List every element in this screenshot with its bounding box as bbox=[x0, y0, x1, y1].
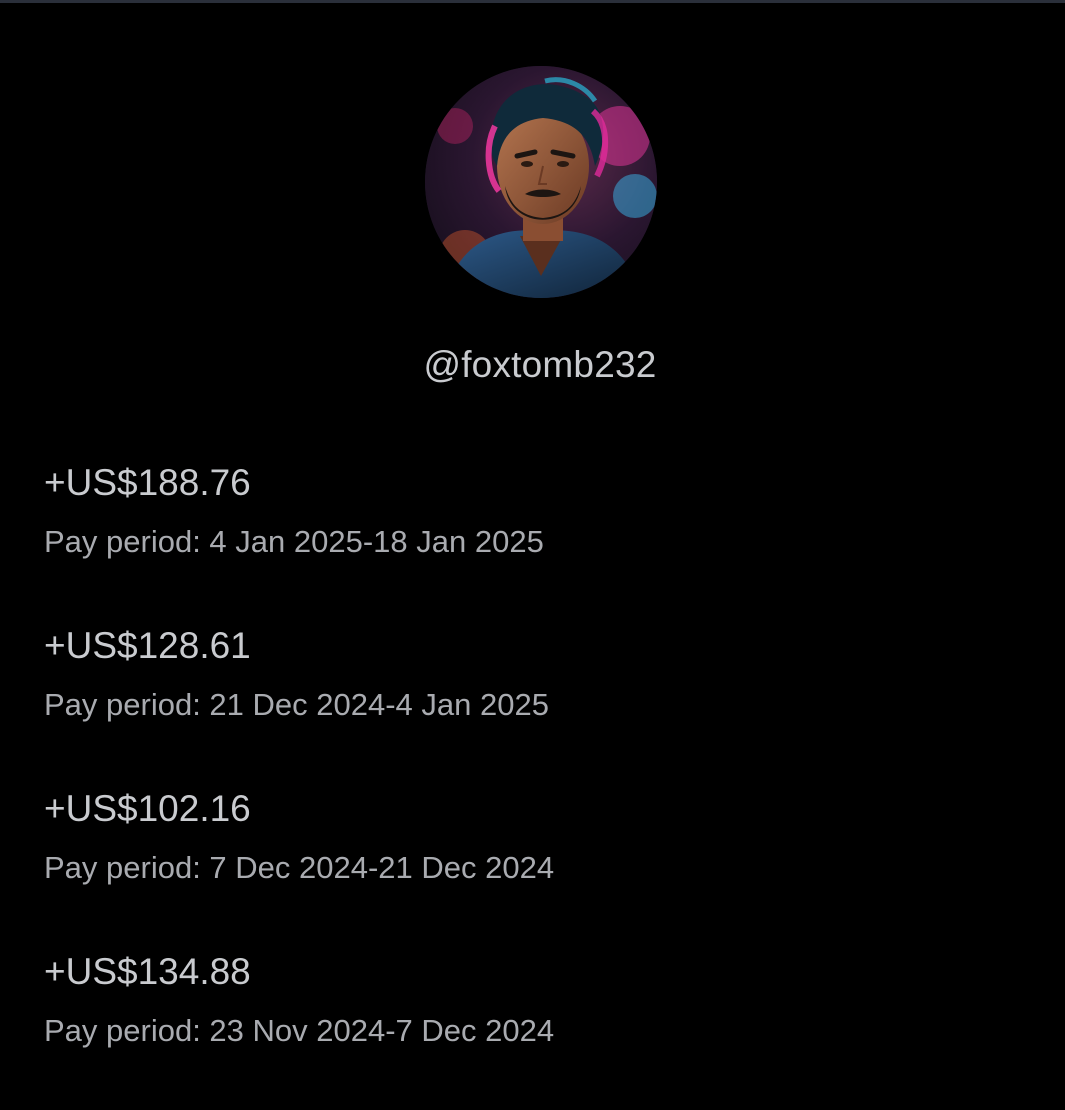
payout-amount: +US$102.16 bbox=[44, 788, 251, 829]
username: @foxtomb232 bbox=[423, 344, 657, 385]
payout-amount: +US$188.76 bbox=[44, 462, 251, 503]
avatar[interactable] bbox=[425, 66, 657, 298]
payout-list: +US$188.76 Pay period: 4 Jan 2025-18 Jan… bbox=[44, 458, 1024, 1110]
payout-amount: +US$128.61 bbox=[44, 625, 251, 666]
payout-period: Pay period: 4 Jan 2025-18 Jan 2025 bbox=[44, 524, 544, 559]
list-item[interactable]: +US$102.16 Pay period: 7 Dec 2024-21 Dec… bbox=[44, 784, 1024, 947]
list-item[interactable]: +US$188.76 Pay period: 4 Jan 2025-18 Jan… bbox=[44, 458, 1024, 621]
payout-period: Pay period: 21 Dec 2024-4 Jan 2025 bbox=[44, 687, 549, 722]
list-item[interactable]: +US$128.61 Pay period: 21 Dec 2024-4 Jan… bbox=[44, 621, 1024, 784]
payout-period: Pay period: 7 Dec 2024-21 Dec 2024 bbox=[44, 850, 555, 885]
top-divider bbox=[0, 0, 1065, 3]
avatar-illustration-icon bbox=[425, 66, 657, 298]
list-item[interactable]: +US$134.88 Pay period: 23 Nov 2024-7 Dec… bbox=[44, 947, 1024, 1110]
payout-period: Pay period: 23 Nov 2024-7 Dec 2024 bbox=[44, 1013, 555, 1048]
payout-amount: +US$134.88 bbox=[44, 951, 251, 992]
